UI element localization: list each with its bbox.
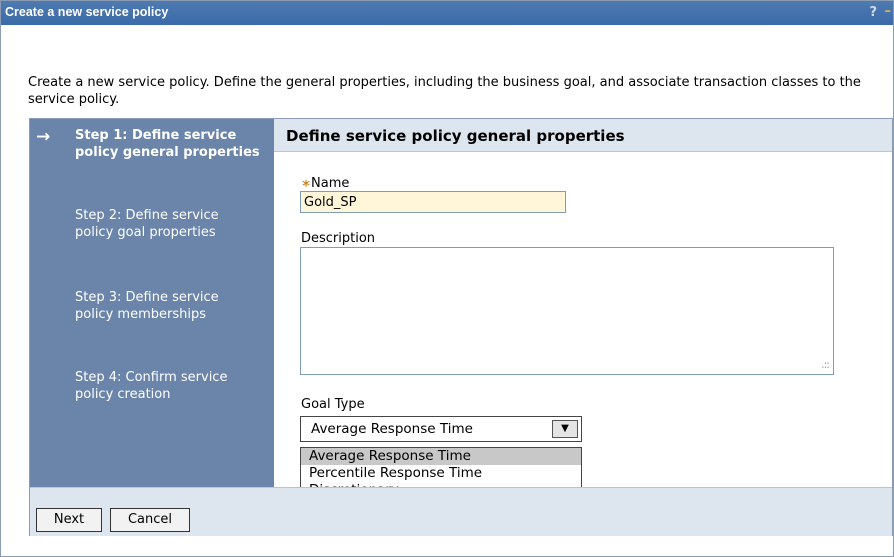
next-button[interactable]: Next [36,508,102,532]
name-label: Name [311,176,350,191]
goal-type-selected-value: Average Response Time [311,421,473,437]
goal-type-select[interactable]: Average Response Time ▼ [300,416,582,442]
help-icon[interactable]: ? [869,5,877,20]
window-title: Create a new service policy [5,5,169,19]
resize-grip-icon[interactable]: .:: [821,358,830,371]
wizard-window: Create a new service policy ? – Create a… [0,0,894,557]
content-header: Define service policy general properties [274,119,892,152]
title-bar: Create a new service policy ? – [1,1,893,25]
intro-text: Create a new service policy. Define the … [28,75,861,107]
step-2-goal-properties: Step 2: Define service policy goal prope… [75,208,219,240]
current-step-arrow-icon: → [36,127,51,147]
step-4-confirm-creation: Step 4: Confirm service policy creation [75,370,228,402]
required-icon: ∗ [301,176,312,190]
step-1-general-properties: Step 1: Define service policy general pr… [75,128,260,160]
goal-type-label: Goal Type [301,397,365,412]
content-panel: Define service policy general properties… [274,119,892,500]
chevron-down-icon[interactable]: ▼ [552,420,578,438]
wizard-footer: Next Cancel [30,487,892,536]
name-field[interactable] [300,191,566,213]
steps-sidebar: → Step 1: Define service policy general … [30,119,274,487]
description-label: Description [301,231,376,246]
step-3-memberships: Step 3: Define service policy membership… [75,290,219,322]
wizard-panel: → Step 1: Define service policy general … [29,118,893,536]
goal-type-option[interactable]: Percentile Response Time [301,465,581,482]
content-title: Define service policy general properties [286,127,625,145]
goal-type-option[interactable]: Average Response Time [301,448,581,465]
minimize-icon[interactable]: – [885,4,892,19]
description-textarea[interactable]: .:: [300,247,834,375]
cancel-button[interactable]: Cancel [110,508,190,532]
